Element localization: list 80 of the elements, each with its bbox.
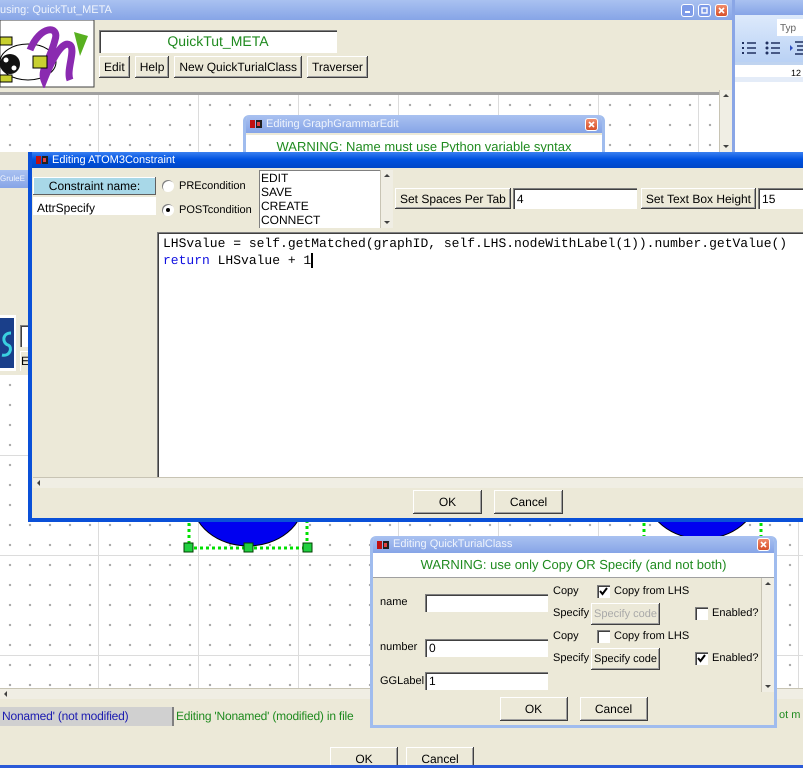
numbered-list-icon <box>741 40 757 56</box>
field-label: GGLabel <box>380 674 425 689</box>
checkbox[interactable] <box>695 607 708 620</box>
dialog-button[interactable]: OK <box>413 490 482 514</box>
input-field[interactable]: 0 <box>425 638 548 656</box>
option-label: Copy <box>553 584 580 599</box>
scrollbar[interactable] <box>719 90 732 152</box>
window-title: Editing GraphGrammarEdit <box>266 116 400 132</box>
specify-code-button[interactable]: Specify code <box>591 648 660 670</box>
radio-label: PREcondition <box>179 179 246 194</box>
text-cursor <box>311 253 314 268</box>
minimize-icon <box>685 10 690 12</box>
field-label: Constraint name: <box>33 177 156 195</box>
code-line: LHSvalue = self.getMatched(graphID, self.LHS.nodeWithLabel(1)).number.getValue() <box>163 235 788 252</box>
maximize-button[interactable] <box>698 4 711 16</box>
option-label: Copy <box>553 628 580 644</box>
app-logo-icon <box>0 315 16 371</box>
name-field[interactable]: AttrSpecify <box>33 197 156 215</box>
checkbox[interactable] <box>695 652 708 665</box>
settings-button[interactable]: Set Text Box Height <box>640 188 756 209</box>
toolbar-button[interactable]: New QuickTurialClass <box>174 56 302 78</box>
status-text: Nonamed' (not modified) <box>0 707 172 726</box>
scrollbar[interactable] <box>380 170 393 228</box>
radio-button[interactable] <box>162 180 174 192</box>
help-field[interactable]: Typ <box>777 19 803 36</box>
checkbox[interactable] <box>597 630 610 642</box>
list-item[interactable]: SAVE <box>261 185 378 199</box>
maximize-icon <box>699 4 710 16</box>
close-button[interactable] <box>757 538 770 551</box>
checkbox[interactable] <box>597 584 610 598</box>
field-label: number <box>380 640 418 656</box>
scrollbar[interactable] <box>761 578 774 692</box>
list-item[interactable]: CREATE <box>261 199 378 213</box>
list-item[interactable]: EDIT <box>261 171 378 185</box>
option-label: Specify <box>553 606 590 622</box>
dialog-button[interactable]: OK <box>330 747 398 765</box>
window-title: Editing QuickTurialClass <box>393 537 514 552</box>
spaces-field[interactable]: 4 <box>512 188 637 209</box>
code-line: return LHSvalue + 1 <box>163 252 312 269</box>
dialog-button[interactable]: Cancel <box>494 490 563 514</box>
checkbox-label: Enabled? <box>712 651 758 666</box>
height-field[interactable]: 15 <box>758 188 803 209</box>
checkbox-label: Copy from LHS <box>614 584 690 599</box>
window-title: Editing ATOM3Constraint <box>52 152 176 168</box>
dialog-button[interactable]: Cancel <box>580 697 648 721</box>
title-bar <box>735 0 803 15</box>
minimize-button[interactable] <box>681 4 694 16</box>
checkbox-label: Enabled? <box>712 606 758 622</box>
close-button[interactable] <box>585 118 598 130</box>
toolbar-button[interactable]: Help <box>134 56 170 78</box>
field-label: name <box>380 595 409 610</box>
input-field[interactable]: 1 <box>425 672 548 690</box>
code-editor[interactable]: LHSvalue = self.getMatched(graphID, self.LHS.nodeWithLabel(1)).number.getValue() return LHSvalue + 1 <box>157 232 803 477</box>
close-icon <box>716 4 727 16</box>
model-name-field[interactable]: QuickTut_META <box>99 30 337 53</box>
dialog-button[interactable]: Cancel <box>406 747 474 765</box>
bullet-list-icon <box>765 40 781 56</box>
warning-text: WARNING: use only Copy OR Specify (and not both) <box>373 553 774 578</box>
dialog-button[interactable]: OK <box>500 697 568 721</box>
scrollbar[interactable] <box>33 477 803 488</box>
settings-button[interactable]: Set Spaces Per Tab <box>395 188 511 209</box>
close-icon <box>758 539 769 550</box>
indent-icon <box>789 40 803 56</box>
toolbar-button[interactable]: Edit <box>99 56 130 78</box>
app-icon <box>36 155 48 165</box>
radio-label: POSTcondition <box>179 202 252 218</box>
checkbox-label: Copy from LHS <box>614 628 690 644</box>
toolbar-button[interactable]: Traverser <box>306 56 368 78</box>
close-button[interactable] <box>715 4 728 16</box>
input-field[interactable] <box>425 594 548 612</box>
close-icon <box>586 118 597 130</box>
window-title: using: QuickTut_META <box>0 2 113 18</box>
ruler-number: 12 <box>790 66 801 80</box>
app-icon <box>377 540 389 550</box>
option-label: Specify <box>553 651 590 666</box>
app-icon <box>250 119 262 129</box>
list-item[interactable]: CONNECT <box>261 213 378 227</box>
radio-button[interactable] <box>162 204 174 216</box>
window-title: GruleE <box>0 173 25 185</box>
status-text: ot m <box>779 708 802 723</box>
